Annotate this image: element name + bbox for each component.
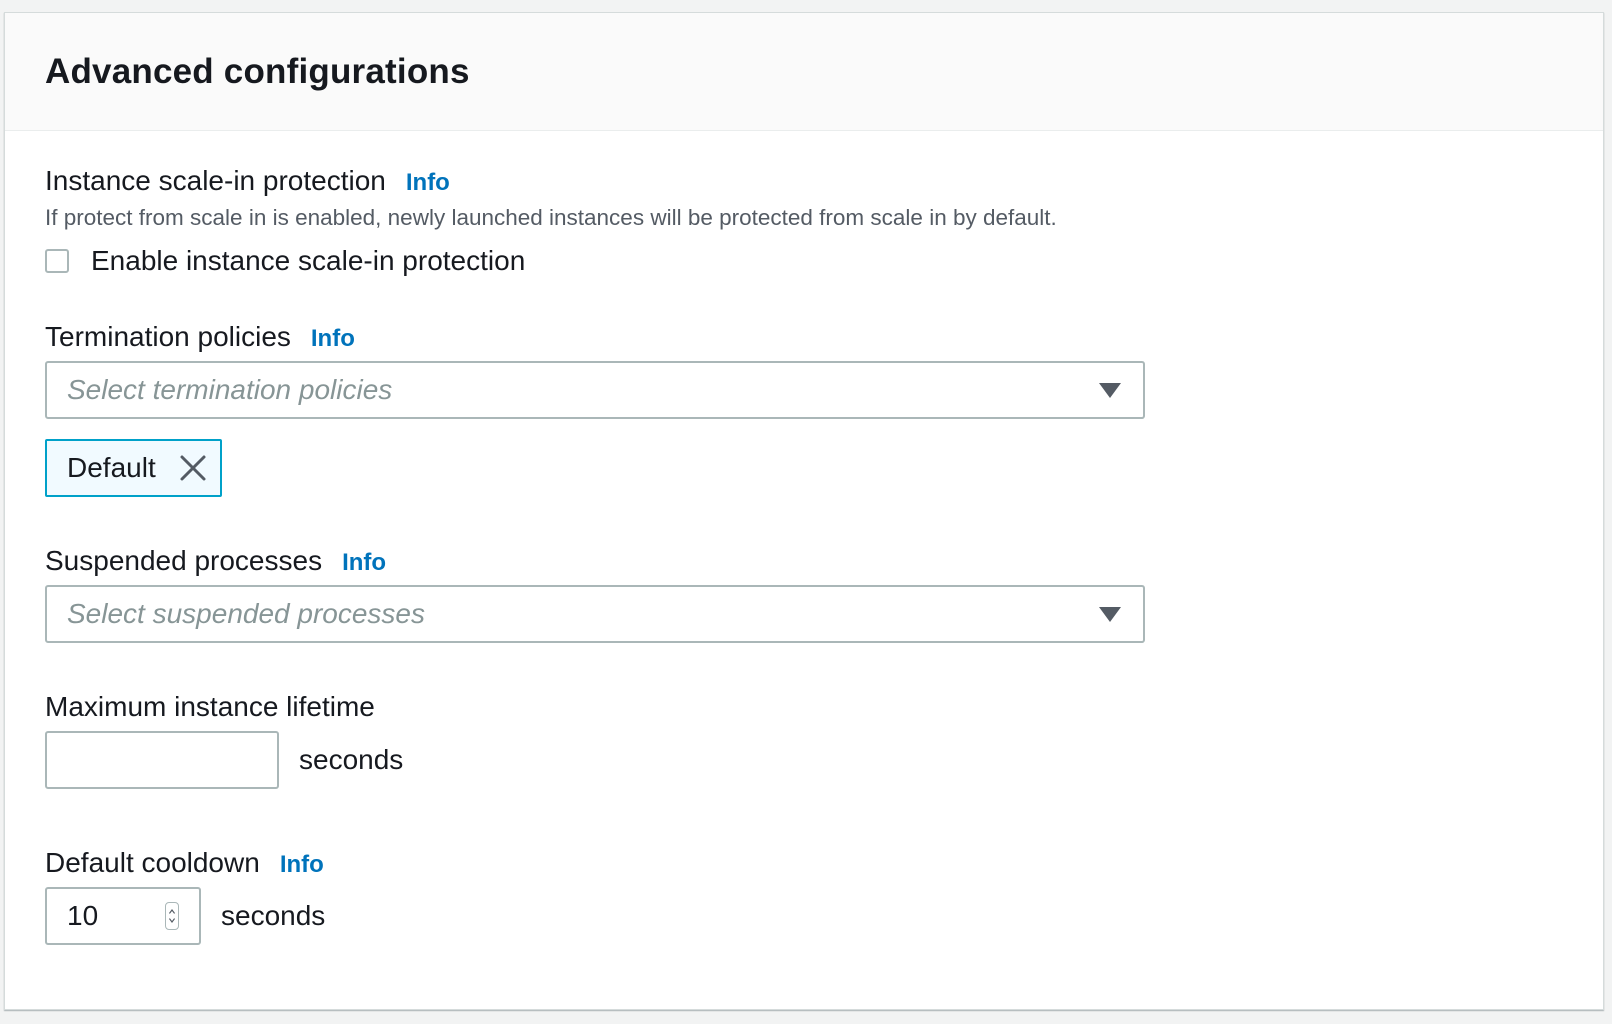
caret-down-icon [1099,382,1121,398]
termination-policies-label: Termination policies [45,321,291,352]
default-cooldown-input-row: seconds [45,887,325,945]
default-cooldown-label-row: Default cooldown Info [45,847,324,879]
suspended-processes-select[interactable]: Select suspended processes [45,585,1145,643]
advanced-configurations-panel: Advanced configurations Instance scale-i… [4,12,1604,1010]
suspended-processes-placeholder: Select suspended processes [67,598,425,629]
token-label: Default [67,452,156,483]
suspended-processes-field: Suspended processes Info Select suspende… [45,545,1145,643]
default-cooldown-unit: seconds [221,900,326,931]
suspended-processes-label: Suspended processes [45,545,323,576]
scale-in-protection-label-row: Instance scale-in protection Info [45,165,1057,197]
termination-policies-placeholder: Select termination policies [67,374,393,405]
close-icon[interactable] [179,454,207,482]
scale-in-protection-info-link[interactable]: Info [406,169,450,197]
suspended-processes-label-row: Suspended processes Info [45,545,1145,577]
max-instance-lifetime-label: Maximum instance lifetime [45,691,375,722]
panel-header: Advanced configurations [5,13,1603,131]
spinner-arrows-icon[interactable] [165,902,179,930]
scale-in-protection-description: If protect from scale in is enabled, new… [45,205,1057,230]
default-cooldown-number-wrap [45,887,201,945]
caret-down-icon [1099,606,1121,622]
default-cooldown-field: Default cooldown Info seconds [45,847,325,945]
scale-in-protection-label: Instance scale-in protection [45,165,386,196]
default-cooldown-label: Default cooldown [45,847,260,878]
termination-policies-label-row: Termination policies Info [45,321,1145,353]
max-instance-lifetime-field: Maximum instance lifetime seconds [45,691,403,789]
scale-in-protection-checkbox-row[interactable]: Enable instance scale-in protection [45,245,1057,277]
termination-policies-field: Termination policies Info Select termina… [45,321,1145,497]
default-cooldown-info-link[interactable]: Info [280,851,324,879]
max-instance-lifetime-unit: seconds [299,744,404,775]
scale-in-protection-checkbox[interactable] [45,249,69,273]
panel-title: Advanced configurations [45,51,470,91]
max-instance-lifetime-label-row: Maximum instance lifetime [45,691,375,723]
suspended-processes-info-link[interactable]: Info [342,549,386,577]
termination-policies-select[interactable]: Select termination policies [45,361,1145,419]
scale-in-protection-checkbox-label[interactable]: Enable instance scale-in protection [91,245,525,277]
max-instance-lifetime-input[interactable] [45,731,279,789]
scale-in-protection-field: Instance scale-in protection Info If pro… [45,165,1057,277]
termination-policy-token: Default [45,439,222,497]
max-instance-lifetime-input-row: seconds [45,731,403,789]
termination-policies-info-link[interactable]: Info [311,325,355,353]
